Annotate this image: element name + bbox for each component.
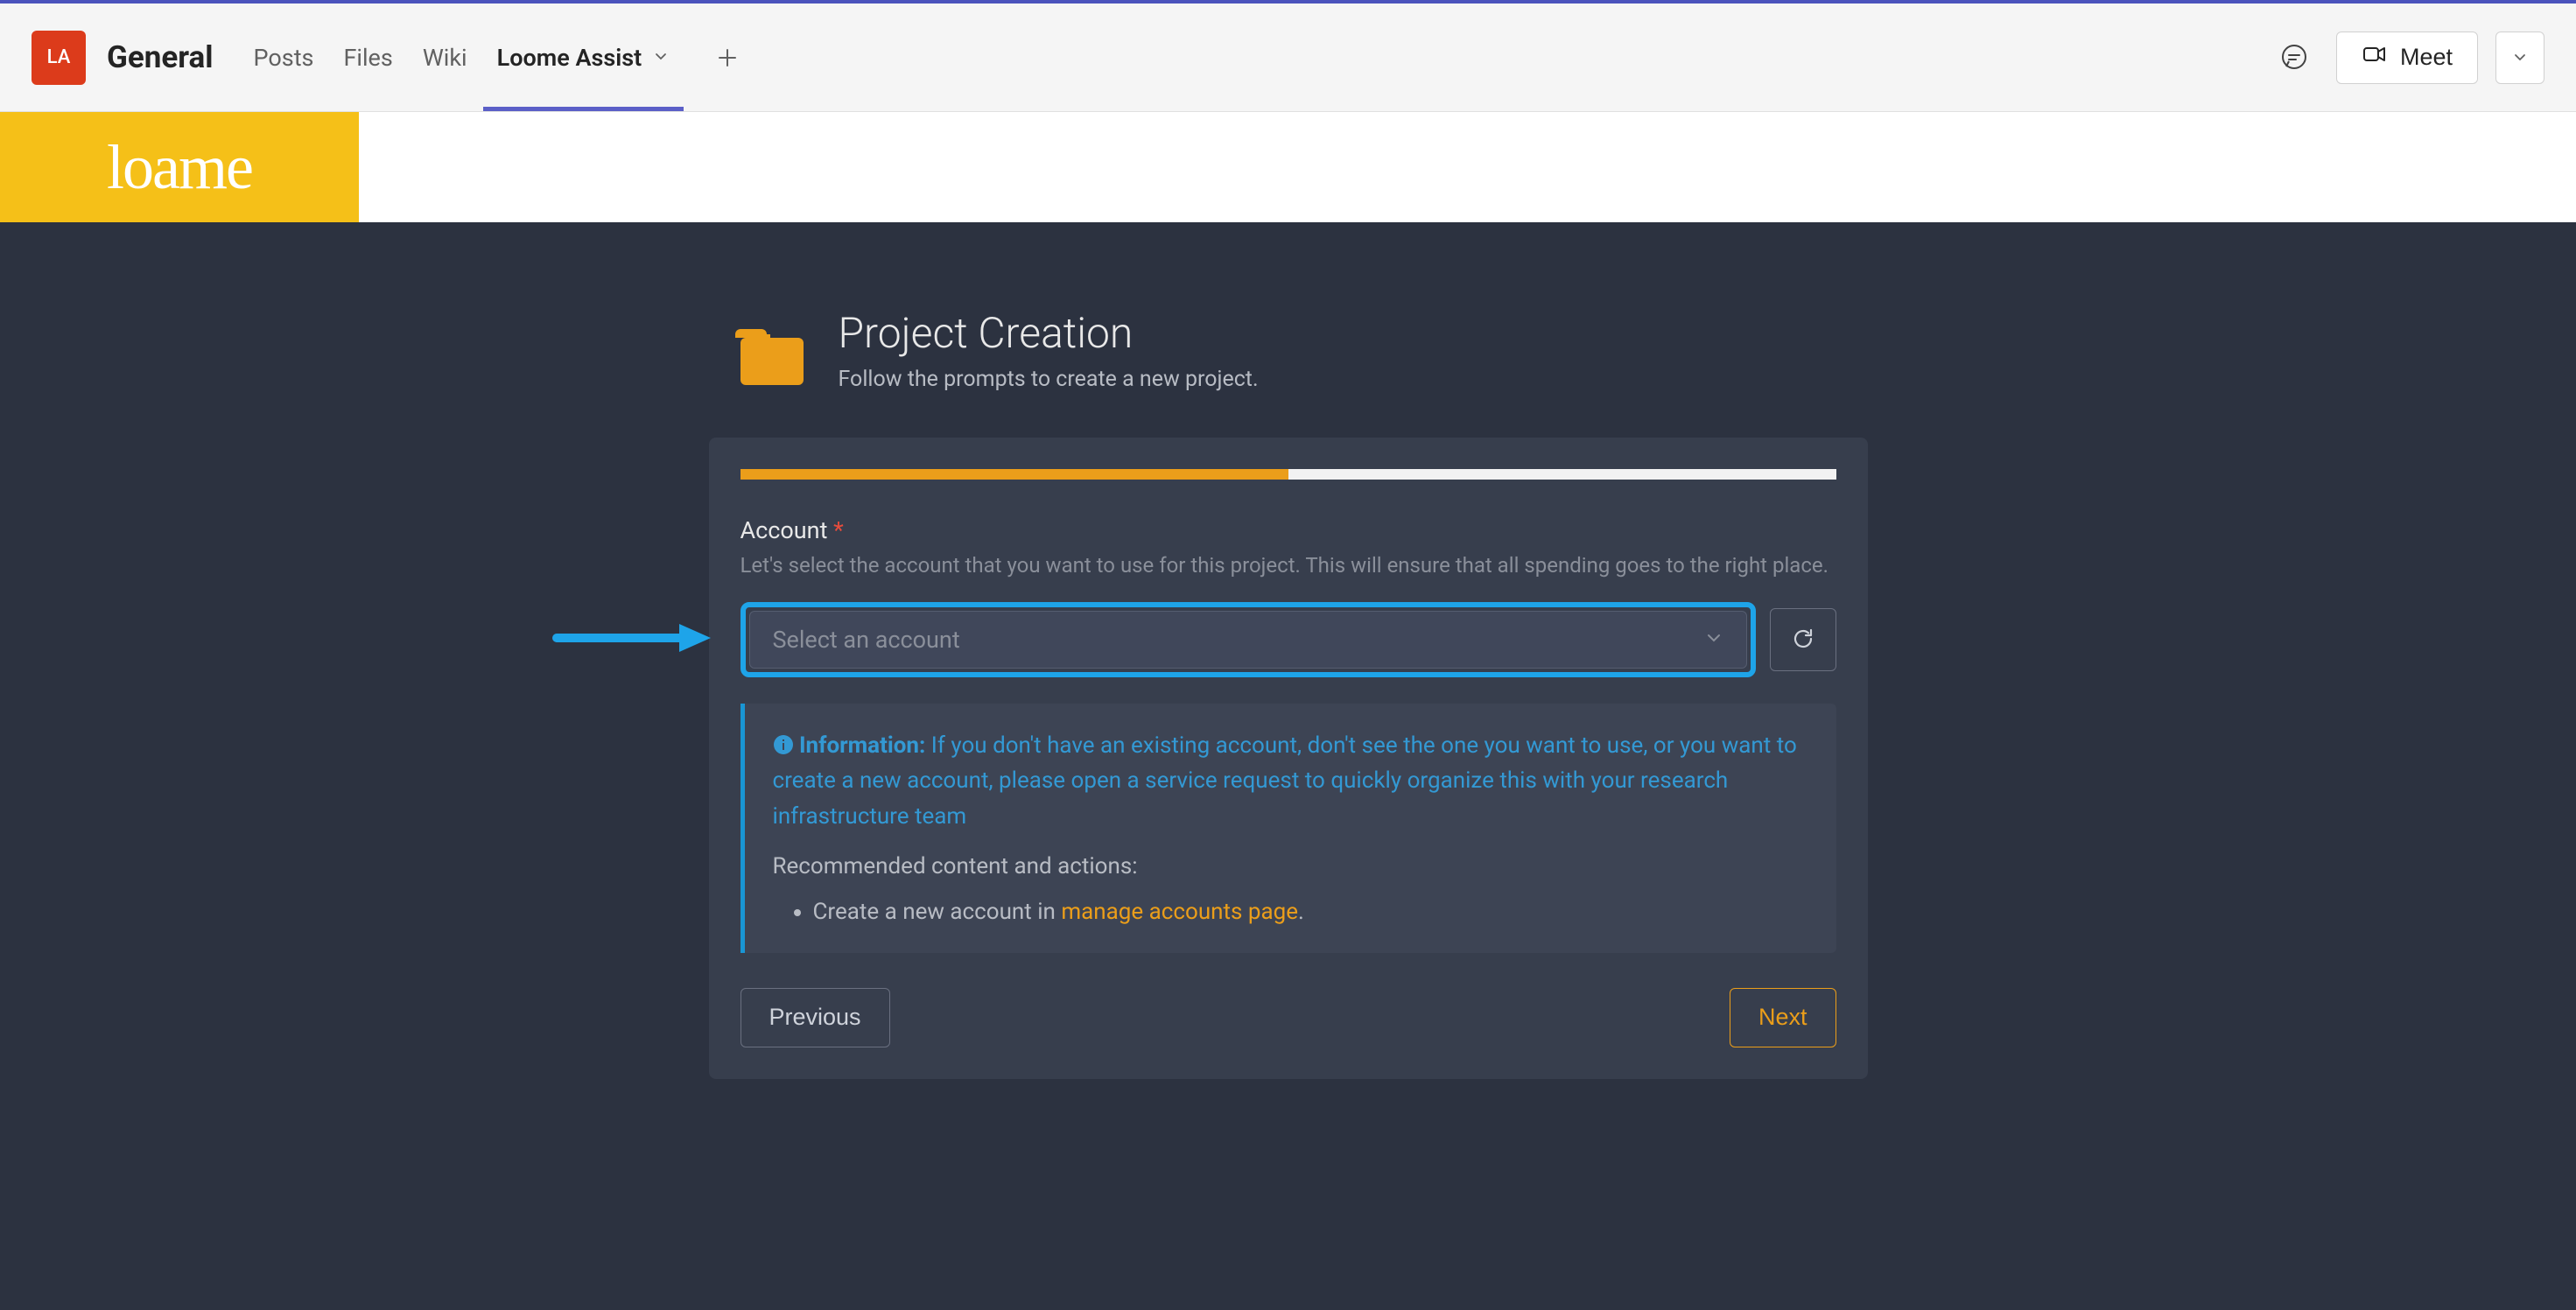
- rec-prefix: Create a new account in: [813, 899, 1062, 925]
- required-indicator: *: [833, 516, 844, 544]
- banner-right: [359, 112, 2576, 222]
- list-item: Create a new account in manage accounts …: [813, 899, 1808, 925]
- wizard-card: Account * Let's select the account that …: [709, 438, 1868, 1079]
- meet-dropdown-button[interactable]: [2495, 32, 2544, 84]
- add-tab-button[interactable]: [710, 40, 745, 75]
- tab-files[interactable]: Files: [330, 4, 407, 111]
- tab-wiki[interactable]: Wiki: [409, 4, 481, 111]
- select-highlight-annotation: Select an account: [741, 602, 1756, 677]
- chevron-down-icon[interactable]: [652, 44, 670, 72]
- chevron-down-icon: [1704, 626, 1723, 654]
- rec-suffix: .: [1298, 899, 1304, 925]
- content-area: Project Creation Follow the prompts to c…: [0, 222, 2576, 1310]
- tab-posts[interactable]: Posts: [240, 4, 328, 111]
- folder-icon: [732, 313, 812, 394]
- wizard-header: Project Creation Follow the prompts to c…: [709, 313, 1868, 394]
- app-banner: loame: [0, 112, 2576, 222]
- field-description: Let's select the account that you want t…: [741, 550, 1836, 581]
- chat-icon[interactable]: [2270, 33, 2319, 82]
- field-label-text: Account: [741, 516, 828, 544]
- recommended-label: Recommended content and actions:: [773, 853, 1808, 879]
- info-icon: [773, 732, 799, 759]
- wizard-container: Project Creation Follow the prompts to c…: [709, 313, 1868, 1079]
- teams-header: LA General Posts Files Wiki Loome Assist…: [0, 4, 2576, 112]
- info-body: If you don't have an existing account, d…: [773, 732, 1797, 830]
- tab-row: Posts Files Wiki Loome Assist: [240, 4, 746, 111]
- info-label: Information:: [799, 732, 925, 759]
- recommended-list: Create a new account in manage accounts …: [813, 899, 1808, 925]
- header-right: Meet: [2270, 32, 2544, 84]
- tab-label: Loome Assist: [497, 44, 642, 72]
- field-label: Account *: [741, 516, 1836, 544]
- account-select[interactable]: Select an account: [749, 611, 1747, 669]
- progress-bar: [741, 469, 1836, 480]
- progress-fill: [741, 469, 1288, 480]
- channel-name: General: [107, 39, 214, 75]
- meet-label: Meet: [2400, 44, 2453, 71]
- tab-loome-assist[interactable]: Loome Assist: [483, 4, 684, 111]
- annotation-arrow: [548, 620, 714, 659]
- page-title: Project Creation: [839, 308, 1259, 358]
- meet-button[interactable]: Meet: [2336, 32, 2478, 84]
- wizard-nav: Previous Next: [741, 988, 1836, 1047]
- refresh-button[interactable]: [1770, 608, 1836, 671]
- channel-avatar: LA: [32, 31, 86, 85]
- select-row: Select an account: [741, 602, 1836, 677]
- select-placeholder: Select an account: [773, 626, 960, 654]
- logo-box: loame: [0, 112, 359, 222]
- logo-text: loame: [107, 131, 252, 204]
- previous-button[interactable]: Previous: [741, 988, 890, 1047]
- next-button[interactable]: Next: [1730, 988, 1836, 1047]
- refresh-icon: [1790, 626, 1816, 655]
- info-box: Information: If you don't have an existi…: [741, 704, 1836, 953]
- video-icon: [2362, 41, 2388, 74]
- manage-accounts-link[interactable]: manage accounts page: [1061, 899, 1298, 925]
- info-text: Information: If you don't have an existi…: [773, 728, 1808, 834]
- page-subtitle: Follow the prompts to create a new proje…: [839, 367, 1259, 392]
